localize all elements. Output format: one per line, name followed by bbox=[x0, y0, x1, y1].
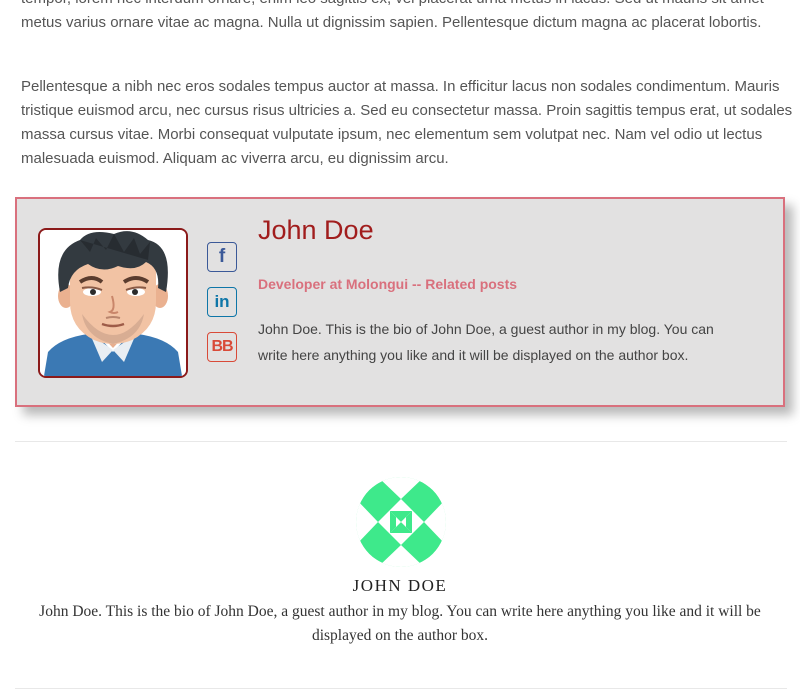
body-paragraph: Pellentesque a nibh nec eros sodales tem… bbox=[21, 78, 793, 167]
body-paragraph: tempor, lorem nec interdum ornare, enim … bbox=[21, 0, 764, 31]
divider bbox=[15, 688, 787, 689]
author-name: John Doe bbox=[258, 215, 374, 245]
author-box: f in BB John Doe Developer at Molongui -… bbox=[15, 197, 785, 407]
bb-icon[interactable]: BB bbox=[207, 332, 237, 362]
author-job: Developer at Molongui bbox=[258, 276, 409, 292]
author-logo bbox=[356, 477, 446, 567]
divider bbox=[15, 441, 787, 442]
author-bio: John Doe. This is the bio of John Doe, a… bbox=[258, 321, 714, 363]
author-bio-secondary: John Doe. This is the bio of John Doe, a… bbox=[39, 603, 761, 644]
author-avatar bbox=[38, 228, 188, 378]
author-name-secondary: JOHN DOE bbox=[352, 576, 448, 595]
job-separator: -- bbox=[408, 276, 426, 292]
author-job-line: Developer at Molongui -- Related posts bbox=[258, 276, 517, 292]
related-posts-link[interactable]: Related posts bbox=[425, 276, 517, 292]
linkedin-icon[interactable]: in bbox=[207, 287, 237, 317]
facebook-icon[interactable]: f bbox=[207, 242, 237, 272]
